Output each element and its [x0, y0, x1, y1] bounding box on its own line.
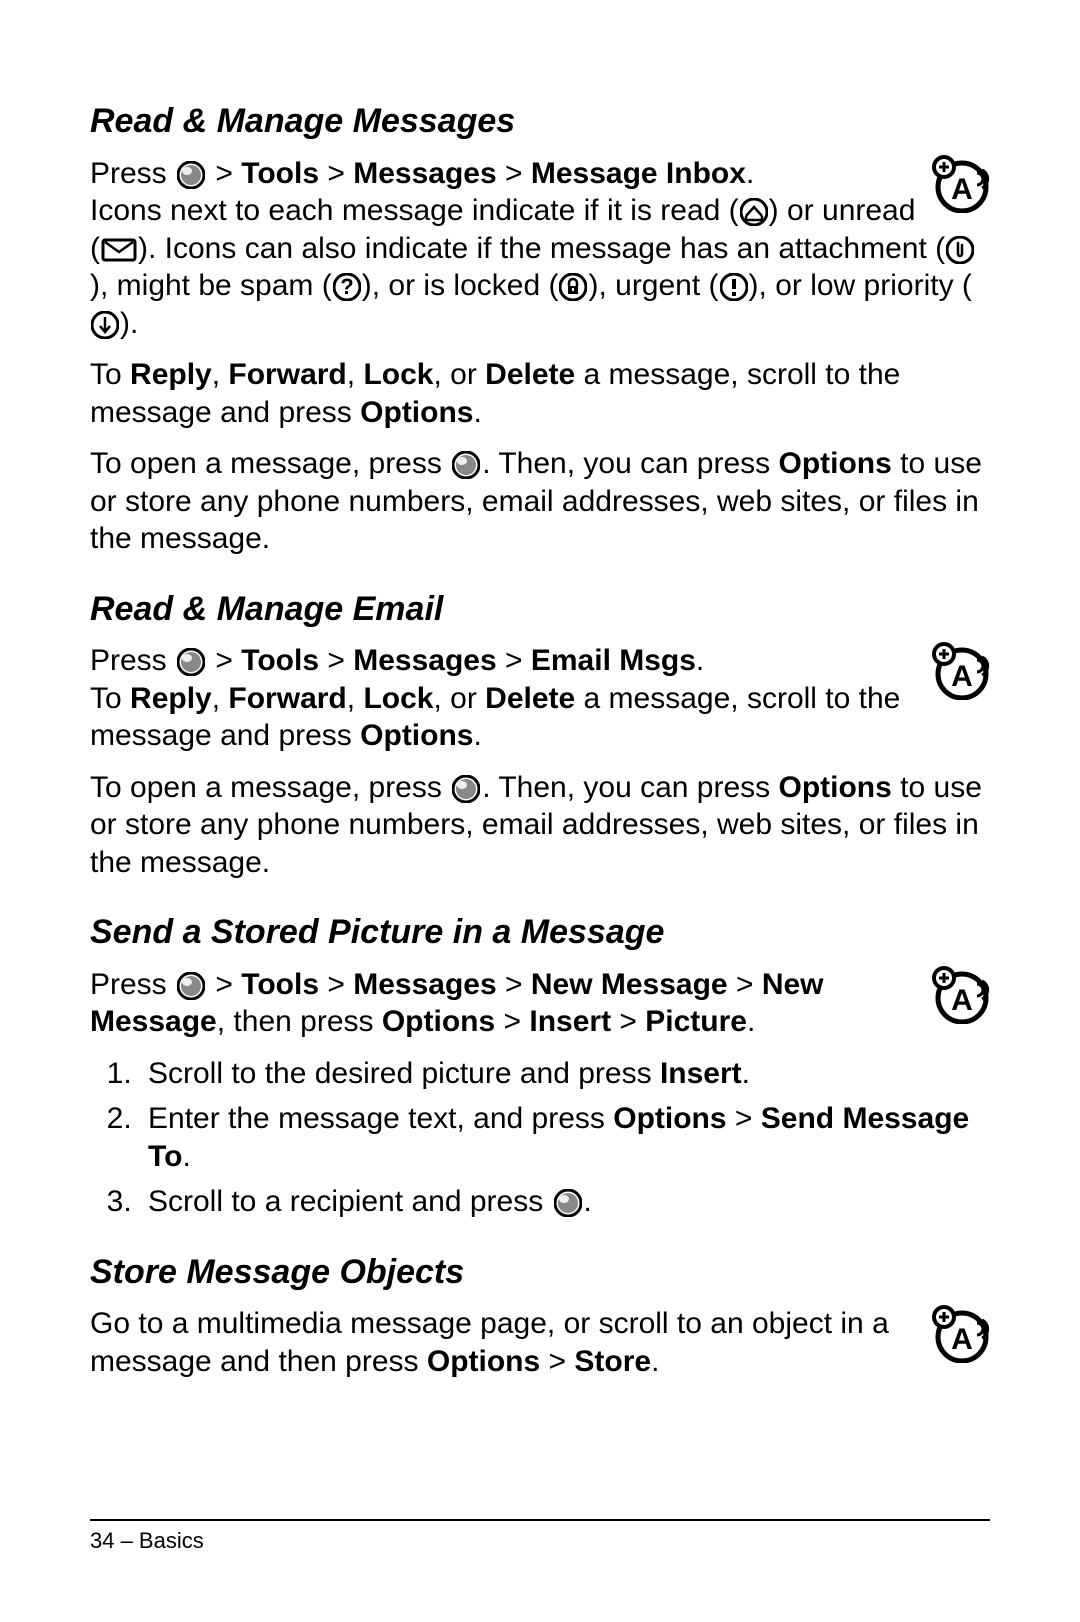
attachment-icon: [946, 236, 974, 264]
heading: Read & Manage Email: [90, 588, 990, 631]
center-key-icon: [554, 1189, 582, 1217]
lock-icon: [559, 273, 587, 301]
low-priority-icon: [91, 311, 119, 339]
heading: Send a Stored Picture in a Message: [90, 911, 990, 954]
center-key-icon: [177, 161, 205, 189]
paragraph: Press > Tools > Messages > Message Inbox…: [90, 155, 990, 343]
section-send-stored-picture: Send a Stored Picture in a Message Press…: [90, 911, 990, 1221]
heading: Read & Manage Messages: [90, 100, 990, 143]
paragraph: Press > Tools > Messages > New Message >…: [90, 966, 990, 1041]
center-key-icon: [452, 775, 480, 803]
page-number-label: 34 – Basics: [90, 1528, 204, 1553]
section-store-message-objects: Store Message Objects Go to a multimedia…: [90, 1251, 990, 1381]
paragraph: Press > Tools > Messages > Email Msgs. T…: [90, 642, 990, 755]
list-item: Scroll to the desired picture and press …: [140, 1055, 990, 1093]
list-item: Enter the message text, and press Option…: [140, 1100, 990, 1175]
unread-envelope-icon: [101, 236, 137, 264]
paragraph: To open a message, press . Then, you can…: [90, 769, 990, 882]
page-footer: 34 – Basics: [90, 1519, 990, 1555]
center-key-icon: [177, 972, 205, 1000]
center-key-icon: [177, 648, 205, 676]
section-read-manage-messages: Read & Manage Messages Press > Tools > M…: [90, 100, 990, 558]
antenna-badge-icon: [932, 642, 990, 700]
paragraph: Go to a multimedia message page, or scro…: [90, 1305, 990, 1380]
manual-page: Read & Manage Messages Press > Tools > M…: [0, 0, 1080, 1622]
list-item: Scroll to a recipient and press .: [140, 1183, 990, 1221]
steps-list: Scroll to the desired picture and press …: [90, 1055, 990, 1221]
read-envelope-icon: [740, 198, 768, 226]
paragraph: To open a message, press . Then, you can…: [90, 445, 990, 558]
section-read-manage-email: Read & Manage Email Press > Tools > Mess…: [90, 588, 990, 882]
antenna-badge-icon: [932, 155, 990, 213]
urgent-icon: [720, 273, 748, 301]
antenna-badge-icon: [932, 966, 990, 1024]
spam-icon: [333, 273, 361, 301]
center-key-icon: [452, 451, 480, 479]
antenna-badge-icon: [932, 1305, 990, 1363]
heading: Store Message Objects: [90, 1251, 990, 1294]
paragraph: To Reply, Forward, Lock, or Delete a mes…: [90, 356, 990, 431]
